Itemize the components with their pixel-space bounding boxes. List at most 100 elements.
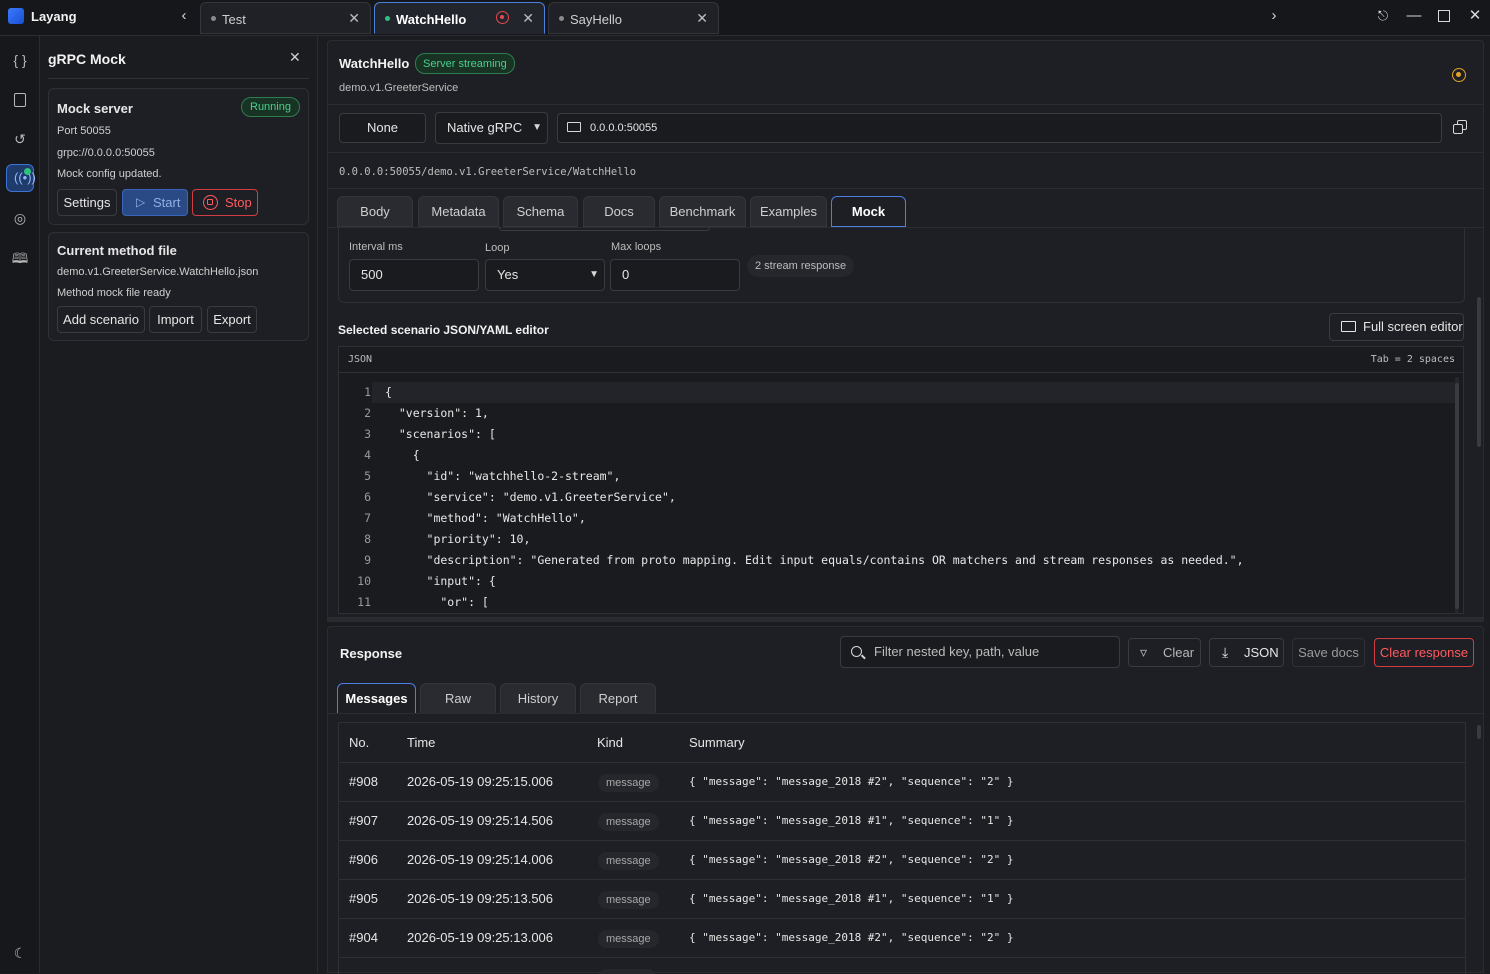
recording-icon: [496, 11, 509, 24]
tab-sayhello[interactable]: SayHello ✕: [548, 2, 719, 34]
code-line[interactable]: 10 "input": {: [339, 571, 1454, 592]
tab-metadata[interactable]: Metadata: [418, 196, 499, 227]
fullscreen-label: Full screen editor: [1363, 319, 1463, 334]
json-editor[interactable]: JSON Tab = 2 spaces 1{2 "version": 1, 3 "…: [338, 346, 1464, 614]
maxloops-input[interactable]: 0: [610, 259, 740, 291]
history-icon[interactable]: ↺: [6, 125, 34, 153]
line-text: {: [385, 385, 392, 399]
line-text: "service": "demo.v1.GreeterService",: [385, 490, 676, 504]
interval-input[interactable]: 500: [349, 259, 479, 291]
editor-title: Selected scenario JSON/YAML editor: [338, 323, 549, 337]
tab-watchhello[interactable]: WatchHello ✕: [374, 2, 545, 34]
address-value: 0.0.0.0:50055: [590, 122, 658, 134]
close-icon[interactable]: ✕: [289, 49, 301, 66]
braces-icon[interactable]: { }: [6, 46, 34, 74]
line-text: "or": [: [385, 595, 489, 609]
tab-benchmark[interactable]: Benchmark: [659, 196, 746, 227]
mock-radio-icon[interactable]: ((•)): [6, 164, 36, 192]
tab-schema[interactable]: Schema: [503, 196, 578, 227]
status-target-icon[interactable]: [1452, 68, 1466, 82]
filter-icon: ▿: [1140, 644, 1148, 660]
response-scrollbar[interactable]: [1477, 719, 1481, 969]
code-line[interactable]: 11 "or": [: [339, 592, 1454, 613]
tab-report[interactable]: Report: [580, 683, 656, 714]
clear-filter-button[interactable]: ▿ Clear: [1128, 638, 1201, 667]
import-button[interactable]: Import: [149, 306, 202, 333]
tab-test[interactable]: Test ✕: [200, 2, 371, 34]
tab-label: Test: [222, 12, 246, 27]
broadcast-icon[interactable]: ◎: [6, 204, 34, 232]
close-icon[interactable]: ✕: [522, 10, 534, 27]
tab-mock[interactable]: Mock: [831, 196, 906, 227]
table-row[interactable]: [339, 957, 1465, 974]
cell-no: #908: [349, 774, 378, 789]
copy-icon[interactable]: [1453, 120, 1468, 135]
settings-button[interactable]: Settings: [57, 189, 117, 216]
theme-moon-icon[interactable]: ☾: [6, 939, 34, 967]
close-icon[interactable]: ✕: [348, 10, 360, 27]
response-scroll-thumb[interactable]: [1477, 725, 1481, 739]
tab-examples[interactable]: Examples: [750, 196, 827, 227]
table-row[interactable]: #905 2026-05-19 09:25:13.506 { "message": …: [339, 879, 1465, 918]
close-icon[interactable]: ✕: [696, 10, 708, 27]
tab-raw[interactable]: Raw: [420, 683, 496, 714]
protocol-select[interactable]: Native gRPC ▼: [435, 112, 548, 144]
panel-scroll-thumb[interactable]: [1477, 297, 1481, 447]
code-line[interactable]: 9 "description": "Generated from proto m…: [339, 550, 1454, 571]
stop-icon: [203, 195, 218, 210]
table-row[interactable]: #908 2026-05-19 09:25:15.006 { "message": …: [339, 762, 1465, 801]
start-button[interactable]: ▷ Start: [122, 189, 188, 216]
export-json-button[interactable]: ⤓ JSON: [1209, 638, 1284, 667]
editor-scroll-thumb[interactable]: [1455, 383, 1459, 609]
auth-select[interactable]: None: [339, 113, 426, 143]
pin-icon[interactable]: ⎋: [1373, 7, 1393, 25]
divider: [48, 78, 309, 79]
panel-splitter[interactable]: [327, 618, 1484, 622]
start-label: Start: [153, 195, 181, 210]
chevron-right-icon[interactable]: ›: [1264, 7, 1284, 25]
method-name: WatchHello: [339, 56, 410, 71]
line-text: "method": "WatchHello",: [385, 511, 586, 525]
activity-rail: { } ↺ ((•)) ◎ 🕮 ☾: [0, 36, 40, 973]
app-name: Layang: [31, 9, 77, 24]
code-line[interactable]: 8 "priority": 10,: [339, 529, 1454, 550]
minimize-icon[interactable]: —: [1404, 7, 1424, 25]
book-icon[interactable]: 🕮: [6, 244, 34, 272]
tab-history[interactable]: History: [500, 683, 576, 714]
response-filter-input[interactable]: Filter nested key, path, value: [840, 636, 1120, 668]
grpc-mock-panel: gRPC Mock ✕ Mock server Running Port 500…: [40, 36, 318, 973]
messages-table: No. Time Kind Summary #908 2026-05-19 09:…: [338, 722, 1466, 974]
server-url: grpc://0.0.0.0:50055: [57, 147, 155, 159]
stop-button[interactable]: Stop: [192, 189, 258, 216]
fullscreen-editor-button[interactable]: Full screen editor: [1329, 313, 1464, 341]
code-line[interactable]: 7 "method": "WatchHello",: [339, 508, 1454, 529]
chevron-left-icon[interactable]: ‹: [174, 7, 194, 25]
table-row[interactable]: #907 2026-05-19 09:25:14.506 { "message": …: [339, 801, 1465, 840]
address-field[interactable]: 0.0.0.0:50055: [557, 113, 1442, 143]
code-line[interactable]: 4 {: [339, 445, 1454, 466]
save-docs-button[interactable]: Save docs: [1292, 638, 1365, 667]
code-line[interactable]: 3 "scenarios": [: [339, 424, 1454, 445]
tab-body[interactable]: Body: [337, 196, 413, 227]
tab-messages[interactable]: Messages: [337, 683, 416, 714]
table-row[interactable]: #906 2026-05-19 09:25:14.006 { "message": …: [339, 840, 1465, 879]
interval-label: Interval ms: [349, 241, 403, 253]
add-scenario-button[interactable]: Add scenario: [57, 306, 145, 333]
tab-docs[interactable]: Docs: [583, 196, 655, 227]
clear-response-button[interactable]: Clear response: [1374, 638, 1474, 667]
kind-badge: message: [598, 774, 659, 792]
export-button[interactable]: Export: [207, 306, 257, 333]
clipboard-icon[interactable]: [6, 86, 34, 114]
stream-hint: 2 stream response: [747, 255, 855, 277]
loop-select[interactable]: Yes ▼: [485, 259, 605, 291]
code-line[interactable]: 5 "id": "watchhello-2-stream",: [339, 466, 1454, 487]
monitor-icon: [1341, 321, 1356, 332]
response-panel: Response Filter nested key, path, value …: [327, 626, 1484, 974]
code-line[interactable]: 6 "service": "demo.v1.GreeterService",: [339, 487, 1454, 508]
table-body: #908 2026-05-19 09:25:15.006 { "message": …: [339, 756, 1465, 974]
table-row[interactable]: #904 2026-05-19 09:25:13.006 { "message": …: [339, 918, 1465, 957]
code-line[interactable]: 2 "version": 1,: [339, 403, 1454, 424]
main-area: WatchHello Server streaming demo.v1.Gree…: [327, 36, 1484, 974]
window-close-icon[interactable]: ✕: [1465, 7, 1485, 25]
code-line[interactable]: 1{: [339, 382, 1454, 403]
